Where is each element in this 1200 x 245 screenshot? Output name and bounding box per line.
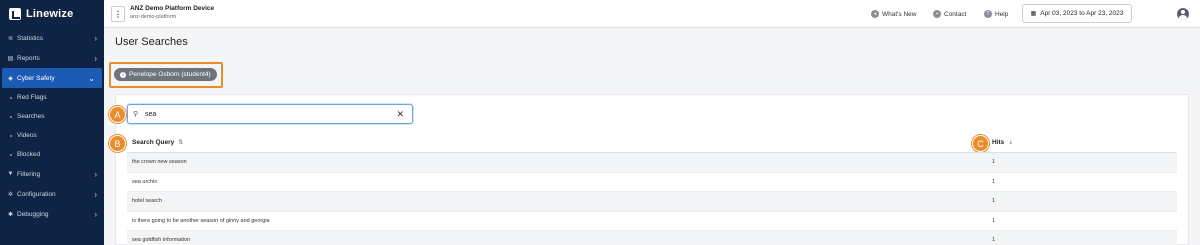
user-filter-chip[interactable]: i Penelope Osborn (student4) [114,68,217,81]
column-header-label: Search Query [132,139,175,146]
sidebar-item-label: Debugging [17,210,49,218]
hits-cell: 1 [992,159,996,166]
hits-cell: 1 [992,178,996,185]
sidebar-subitem-label: Blocked [17,151,41,158]
more-vertical-icon: ⋮ [114,9,122,19]
sidebar-item-configuration[interactable]: ✲ Configuration › [0,184,104,204]
user-avatar-icon[interactable] [1177,8,1189,20]
sidebar-item-reports[interactable]: ▤ Reports › [0,48,104,68]
help-icon: ? [984,10,992,18]
sidebar: Linewize ≋ Statistics › ▤ Reports › ◈ Cy… [0,0,104,245]
device-menu-button[interactable]: ⋮ [111,6,125,22]
sort-desc-icon[interactable]: ⇣ [1008,139,1013,146]
query-cell: hotel search [132,198,162,205]
search-input[interactable] [145,108,385,121]
logo[interactable]: Linewize [0,0,104,28]
sidebar-subitem-label: Searches [17,113,45,120]
sidebar-item-debugging[interactable]: ✱ Debugging › [0,204,104,224]
table-row[interactable]: the crown new season 1 [127,153,1177,173]
bullet-icon [10,153,12,156]
whats-new-label: What's New [882,10,917,18]
megaphone-icon: ◂ [871,10,879,18]
sidebar-subitem-red-flags[interactable]: Red Flags [0,88,104,107]
query-cell: is there going to be another season of g… [132,217,270,224]
table-row[interactable]: sea urchin 1 [127,173,1177,192]
user-chip-label: Penelope Osborn (student4) [129,71,211,78]
chart-icon: ≋ [7,35,14,42]
chevron-right-icon: › [94,33,97,43]
chevron-right-icon: › [94,53,97,63]
column-header-label: Hits [992,139,1005,146]
search-results-table: Search Query ⇅ Hits ⇣ the crown new seas… [127,133,1177,245]
sidebar-subitem-label: Red Flags [17,94,47,101]
query-cell: sea urchin [132,178,158,185]
table-row[interactable]: sea goldfish information 1 [127,231,1177,245]
contact-link[interactable]: ▪ Contact [933,10,966,18]
linewize-logo-icon [9,8,21,20]
help-label: Help [995,10,1009,18]
sidebar-item-label: Configuration [17,190,56,198]
table-row[interactable]: is there going to be another season of g… [127,212,1177,231]
document-icon: ▤ [7,55,14,62]
clear-icon[interactable]: ✕ [396,109,404,120]
sort-icon[interactable]: ⇅ [178,139,183,146]
column-header-hits[interactable]: Hits ⇣ [992,139,1013,146]
shield-icon: ◈ [8,75,13,82]
bug-icon: ✱ [7,211,14,218]
date-range-label: Apr 03, 2023 to Apr 23, 2023 [1040,10,1124,17]
sidebar-item-label: Statistics [17,34,44,42]
bullet-icon [10,96,12,99]
callout-marker-a: A [109,106,126,123]
sidebar-item-cyber-safety[interactable]: ◈ Cyber Safety ⌄ [2,68,102,88]
chevron-right-icon: › [94,189,97,199]
device-subtitle: anz-demo-platform [130,14,177,20]
chevron-right-icon: › [94,169,97,179]
calendar-icon: ▦ [1030,11,1037,17]
sidebar-item-label: Filtering [17,170,41,178]
hits-cell: 1 [992,217,996,224]
query-cell: sea goldfish information [132,237,191,244]
bullet-icon [10,115,12,118]
sidebar-item-filtering[interactable]: ▼ Filtering › [0,164,104,184]
sidebar-item-label: Reports [17,54,40,62]
device-name: ANZ Demo Platform Device [130,5,215,12]
sidebar-subitem-searches[interactable]: Searches [0,107,104,126]
search-field[interactable]: ⚲ ✕ [127,104,413,124]
top-bar: ⋮ ANZ Demo Platform Device anz-demo-plat… [104,0,1200,28]
info-icon: i [120,71,126,78]
hits-cell: 1 [992,237,996,244]
callout-marker-b: B [109,135,126,152]
table-row[interactable]: hotel search 1 [127,192,1177,212]
sidebar-item-statistics[interactable]: ≋ Statistics › [0,28,104,48]
sidebar-item-label: Cyber Safety [17,74,55,82]
sidebar-subitem-blocked[interactable]: Blocked [0,145,104,164]
table-header: Search Query ⇅ Hits ⇣ [127,133,1177,153]
hits-cell: 1 [992,198,996,205]
bullet-icon [10,134,12,137]
page-title: User Searches [115,36,188,48]
date-range-button[interactable]: ▦ Apr 03, 2023 to Apr 23, 2023 [1022,4,1132,23]
sidebar-subitem-label: Videos [17,132,37,139]
sidebar-nav: ≋ Statistics › ▤ Reports › ◈ Cyber Safet… [0,28,104,224]
filter-icon: ▼ [7,171,14,177]
gear-icon: ✲ [7,191,14,198]
whats-new-link[interactable]: ◂ What's New [871,10,916,18]
logo-text: Linewize [26,8,74,20]
contact-label: Contact [944,10,967,18]
sidebar-subitem-videos[interactable]: Videos [0,126,104,145]
search-icon: ⚲ [133,111,139,118]
chat-icon: ▪ [933,10,941,18]
table-body: the crown new season 1 sea urchin 1 hote… [127,153,1177,245]
column-header-search-query[interactable]: Search Query ⇅ [132,139,183,146]
help-link[interactable]: ? Help [984,10,1008,18]
query-cell: the crown new season [132,159,187,166]
chevron-right-icon: › [94,209,97,219]
chevron-down-icon: ⌄ [88,73,95,83]
